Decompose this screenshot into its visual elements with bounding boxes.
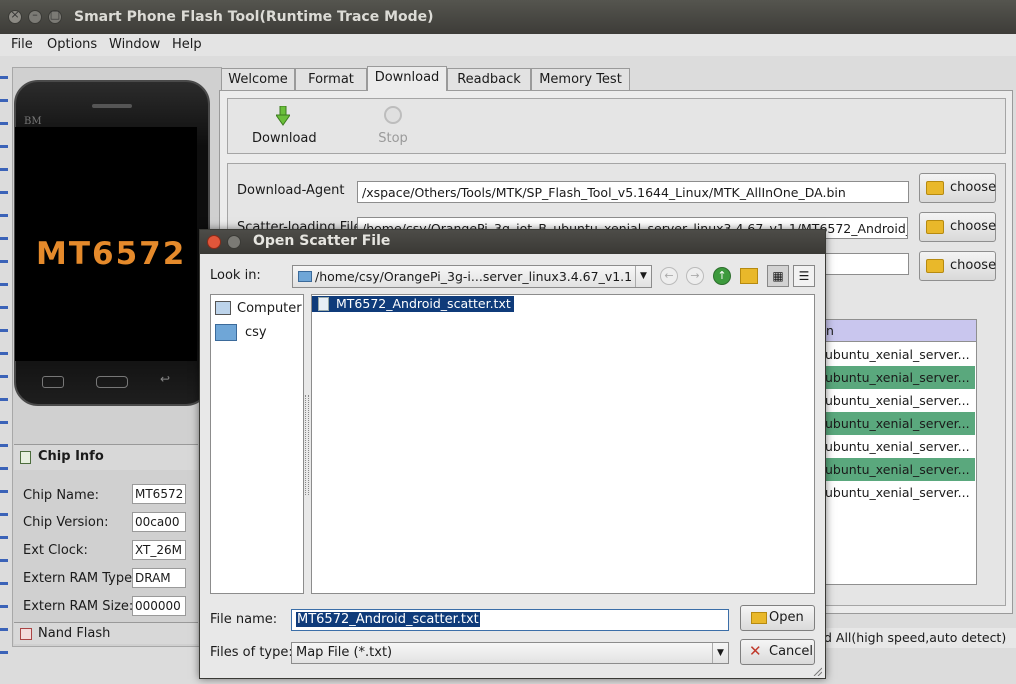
file-type-label: Files of type: [210,645,293,660]
table-row[interactable]: ubuntu_xenial_server... [821,435,975,458]
choose-label: choose [950,219,997,234]
window-title: Smart Phone Flash Tool(Runtime Trace Mod… [74,9,434,25]
nand-flash-header[interactable]: Nand Flash [14,622,198,644]
minimize-window-button[interactable]: – [28,8,42,24]
choose-download-agent-button[interactable]: choose [919,173,996,203]
resize-grip-icon[interactable] [812,666,822,676]
open-button[interactable]: Open [740,605,815,631]
folder-icon [926,181,944,195]
cancel-icon: ✕ [749,642,762,660]
choose-label: choose [950,180,997,195]
extern-ram-type-field[interactable]: DRAM [132,568,186,588]
cancel-button[interactable]: ✕ Cancel [740,639,815,665]
chip-info-icon [20,451,31,464]
file-name-input[interactable]: MT6572_Android_scatter.txt [291,609,729,631]
download-agent-label: Download-Agent [237,183,345,198]
tab-readback[interactable]: Readback [447,68,531,90]
download-button[interactable]: Download [252,131,317,146]
extern-ram-size-label: Extern RAM Size: [23,599,134,614]
chip-name-field[interactable]: MT6572 [132,484,186,504]
table-row[interactable]: ubuntu_xenial_server... [821,389,975,412]
close-window-button[interactable]: × [8,8,22,24]
sidebar-splitter[interactable] [305,395,309,495]
menu-help[interactable]: Help [172,37,202,52]
folder-icon [926,259,944,273]
chip-info-header[interactable]: Chip Info [14,444,198,470]
table-row[interactable]: ubuntu_xenial_server... [821,366,975,389]
phone-chip-label: MT6572 [36,236,187,272]
menu-options[interactable]: Options [47,37,97,52]
folder-icon [926,220,944,234]
file-name: MT6572_Android_scatter.txt [336,296,511,311]
auth-file-input[interactable] [820,253,909,275]
folder-icon [215,324,237,341]
download-arrow-icon [276,106,290,126]
list-item[interactable]: MT6572_Android_scatter.txt [312,296,514,312]
home-key-icon [96,376,128,388]
back-key-icon: ↩ [160,372,171,386]
tab-welcome[interactable]: Welcome [221,68,295,90]
file-type-value: Map File (*.txt) [296,645,393,660]
status-text: d All(high speed,auto detect) [820,628,1016,648]
ext-clock-field[interactable]: XT_26M [132,540,186,560]
look-in-value: /home/csy/OrangePi_3g-i...server_linux3.… [315,269,633,284]
background-window-edge [0,56,8,656]
parent-directory-icon[interactable]: ↑ [713,267,731,285]
download-agent-input[interactable]: /xspace/Others/Tools/MTK/SP_Flash_Tool_v… [357,181,909,203]
stop-button[interactable]: Stop [372,131,414,146]
dialog-title: Open Scatter File [253,233,391,249]
sidebar-item-label: Computer [237,301,302,316]
table-row[interactable]: ubuntu_xenial_server... [821,412,975,435]
file-type-combo[interactable]: Map File (*.txt) ▼ [291,642,729,664]
choose-scatter-button[interactable]: choose [919,212,996,242]
stop-icon [384,106,402,124]
maximize-window-button[interactable]: □ [48,8,62,24]
menu-window[interactable]: Window [109,37,160,52]
menu-key-icon [42,376,64,388]
new-folder-icon[interactable] [740,268,758,284]
open-label: Open [769,610,804,625]
sidebar-item-label: csy [245,325,267,340]
dialog-maximize-button[interactable] [227,235,241,249]
phone-brand: BM [24,116,42,127]
chip-version-field[interactable]: 00ca00 [132,512,186,532]
chip-info-title: Chip Info [38,449,104,464]
nand-flash-label: Nand Flash [38,626,111,641]
phone-speaker [92,104,132,108]
dialog-close-button[interactable] [207,235,221,249]
menu-file[interactable]: File [11,37,33,52]
file-name-value: MT6572_Android_scatter.txt [296,612,480,627]
choose-auth-button[interactable]: choose [919,251,996,281]
extern-ram-type-label: Extern RAM Type: [23,571,137,586]
tab-memory-test[interactable]: Memory Test [531,68,630,90]
chevron-down-icon: ▼ [712,643,728,663]
look-in-label: Look in: [210,268,261,283]
chevron-down-icon: ▼ [635,266,651,287]
nand-flash-icon [20,628,32,640]
extern-ram-size-field[interactable]: 000000 [132,596,186,616]
ext-clock-label: Ext Clock: [23,543,88,558]
cancel-label: Cancel [769,644,814,659]
back-icon[interactable]: ← [660,267,678,285]
text-file-icon [318,297,329,311]
tab-format[interactable]: Format [295,68,367,90]
choose-label: choose [950,258,997,273]
folder-icon [298,271,312,282]
chip-version-label: Chip Version: [23,515,109,530]
file-list [311,294,815,594]
forward-icon[interactable]: → [686,267,704,285]
computer-icon [215,301,231,315]
table-row[interactable]: ubuntu_xenial_server... [821,481,975,504]
table-row[interactable]: ubuntu_xenial_server... [821,458,975,481]
look-in-combo[interactable]: /home/csy/OrangePi_3g-i...server_linux3.… [292,265,652,288]
chip-name-label: Chip Name: [23,488,100,503]
tab-download[interactable]: Download [367,66,447,91]
table-row[interactable]: ubuntu_xenial_server... [821,343,975,366]
open-folder-icon [751,612,767,624]
file-name-label: File name: [210,612,278,627]
detail-view-icon[interactable]: ☰ [793,265,815,287]
partition-table-header: n [820,320,976,342]
list-view-icon[interactable]: ▦ [767,265,789,287]
download-toolbar [227,98,1006,154]
